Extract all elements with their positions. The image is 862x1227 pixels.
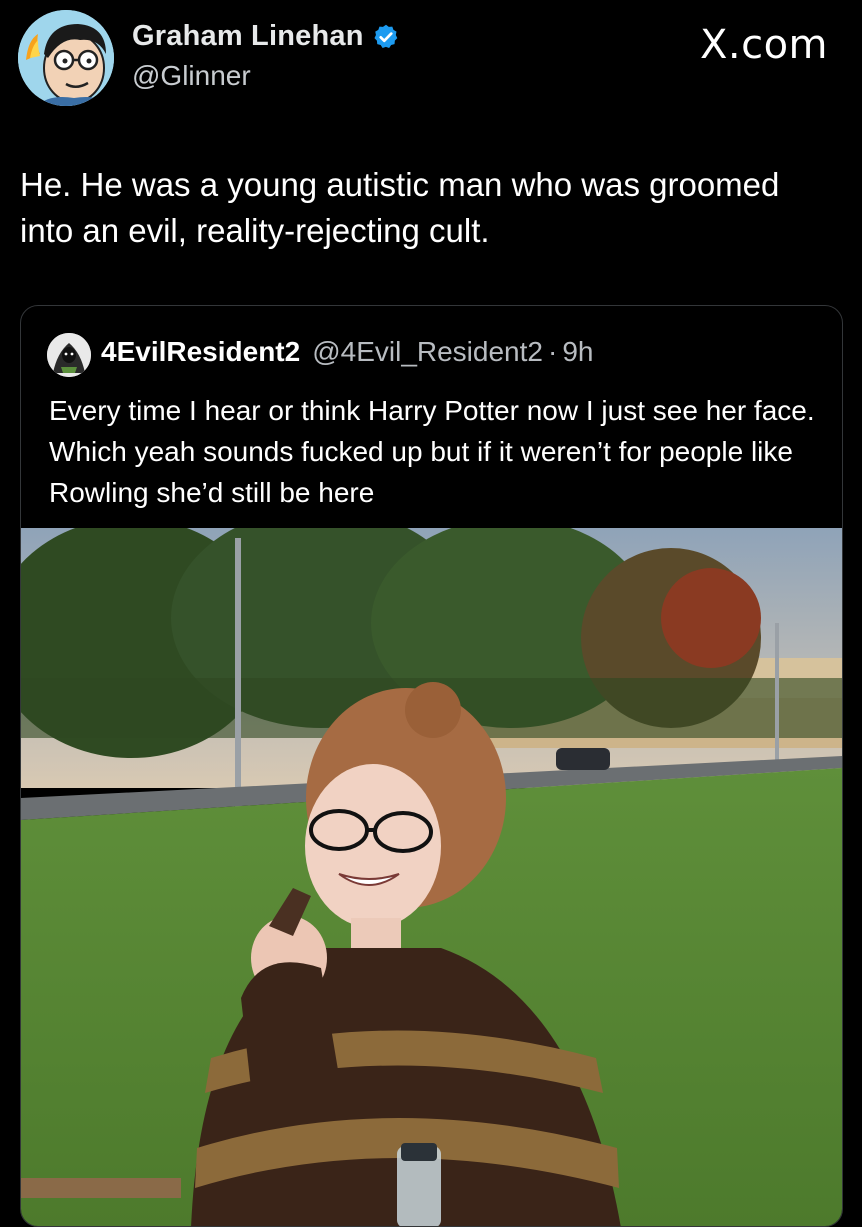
quoted-header: 4EvilResident2 @4Evil_Resident2 · 9h	[101, 336, 593, 368]
quoted-timestamp[interactable]: 9h	[562, 336, 593, 368]
quoted-tweet-card[interactable]: 4EvilResident2 @4Evil_Resident2 · 9h Eve…	[20, 305, 843, 1227]
quoted-tweet-text: Every time I hear or think Harry Potter …	[49, 395, 815, 508]
quoted-separator: ·	[547, 336, 558, 367]
author-avatar-illustration	[18, 10, 114, 106]
quoted-tweet-photo[interactable]	[21, 508, 842, 1226]
author-handle[interactable]: @Glinner	[132, 60, 251, 92]
site-label: X.com	[699, 22, 828, 68]
verified-badge-icon	[372, 23, 400, 51]
tweet-text: He. He was a young autistic man who was …	[20, 166, 780, 249]
quoted-avatar-illustration	[47, 333, 91, 377]
quoted-author-handle[interactable]: @4Evil_Resident2	[312, 336, 543, 368]
author-name-row: Graham Linehan	[132, 20, 400, 53]
photo-illustration	[21, 508, 842, 1226]
author-avatar[interactable]	[18, 10, 114, 106]
author-name[interactable]: Graham Linehan	[132, 20, 364, 53]
quoted-author-name[interactable]: 4EvilResident2	[101, 336, 300, 368]
quoted-author-avatar[interactable]	[47, 333, 91, 377]
